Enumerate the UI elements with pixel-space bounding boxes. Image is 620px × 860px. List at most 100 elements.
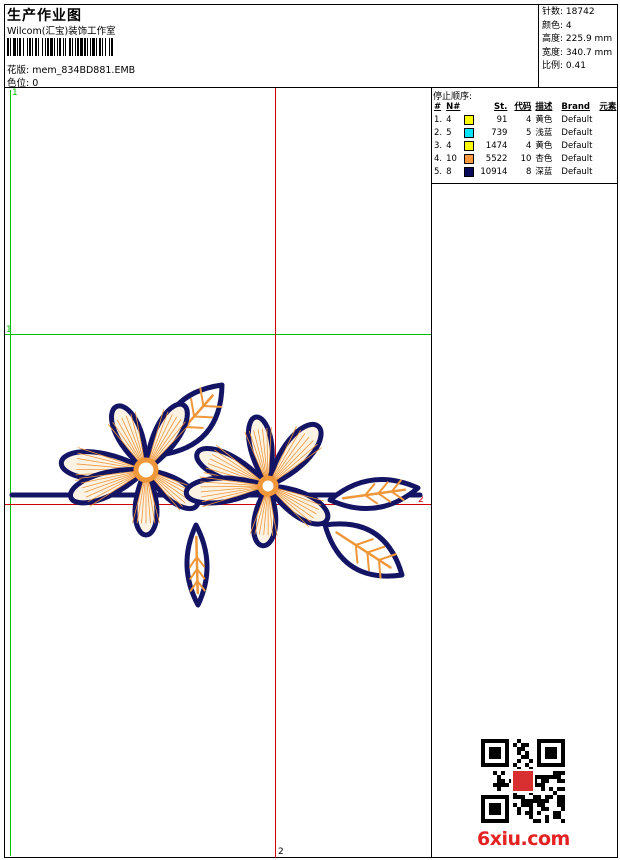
qr-module bbox=[557, 795, 561, 799]
qr-module bbox=[541, 783, 545, 787]
qr-module bbox=[541, 787, 545, 791]
qr-module bbox=[553, 771, 557, 775]
qr-logo bbox=[513, 771, 533, 791]
qr-module bbox=[557, 811, 561, 815]
qr-module bbox=[545, 799, 549, 803]
qr-module bbox=[529, 807, 533, 811]
qr-module bbox=[537, 783, 541, 787]
qr-module bbox=[513, 803, 517, 807]
qr-module bbox=[497, 783, 501, 787]
qr-module bbox=[513, 795, 517, 799]
qr-module bbox=[533, 795, 537, 799]
qr-module bbox=[541, 807, 545, 811]
qr-module bbox=[561, 795, 565, 799]
qr-finder bbox=[489, 803, 501, 815]
qr-module bbox=[501, 779, 505, 783]
qr-module bbox=[493, 771, 497, 775]
qr-module bbox=[545, 819, 549, 823]
qr-module bbox=[537, 799, 541, 803]
qr-module bbox=[557, 775, 561, 779]
qr-module bbox=[517, 811, 521, 815]
qr-module bbox=[525, 751, 529, 755]
qr-module bbox=[553, 775, 557, 779]
qr-module bbox=[529, 803, 533, 807]
qr-module bbox=[541, 775, 545, 779]
qr-finder bbox=[545, 747, 557, 759]
qr-module bbox=[525, 755, 529, 759]
qr-module bbox=[557, 799, 561, 803]
qr-module bbox=[561, 803, 565, 807]
qr-module bbox=[517, 739, 521, 743]
qr-module bbox=[541, 779, 545, 783]
qr-finder bbox=[489, 747, 501, 759]
qr-module bbox=[521, 795, 525, 799]
qr-module bbox=[493, 783, 497, 787]
qr-module bbox=[501, 783, 505, 787]
leaf-vein bbox=[195, 535, 199, 595]
qr-module bbox=[529, 811, 533, 815]
qr-module bbox=[561, 779, 565, 783]
qr-module bbox=[521, 803, 525, 807]
qr-module bbox=[549, 775, 553, 779]
embroidery-design bbox=[9, 382, 423, 608]
qr-module bbox=[537, 795, 541, 799]
qr-module bbox=[537, 819, 541, 823]
qr-module bbox=[529, 759, 533, 763]
qr-module bbox=[537, 803, 541, 807]
qr-module bbox=[525, 743, 529, 747]
qr-module bbox=[521, 747, 525, 751]
qr-module bbox=[537, 811, 541, 815]
qr-module bbox=[529, 815, 533, 819]
qr-module bbox=[497, 775, 501, 779]
qr-module bbox=[561, 819, 565, 823]
qr-module bbox=[521, 799, 525, 803]
qr-module bbox=[561, 771, 565, 775]
qr-module bbox=[521, 743, 525, 747]
qr-module bbox=[541, 799, 545, 803]
qr-code bbox=[481, 739, 565, 823]
qr-module bbox=[525, 799, 529, 803]
qr-module bbox=[525, 811, 529, 815]
qr-module bbox=[557, 815, 561, 819]
qr-module bbox=[517, 807, 521, 811]
qr-module bbox=[545, 779, 549, 783]
qr-module bbox=[545, 807, 549, 811]
qr-module bbox=[553, 791, 557, 795]
qr-module bbox=[517, 751, 521, 755]
qr-module bbox=[549, 787, 553, 791]
qr-module bbox=[561, 787, 565, 791]
qr-module bbox=[557, 787, 561, 791]
qr-module bbox=[525, 803, 529, 807]
qr-module bbox=[521, 755, 525, 759]
qr-module bbox=[497, 779, 501, 783]
qr-module bbox=[513, 763, 517, 767]
left-flower-center bbox=[133, 457, 159, 483]
qr-module bbox=[545, 795, 549, 799]
qr-module bbox=[545, 775, 549, 779]
qr-module bbox=[549, 795, 553, 799]
qr-module bbox=[553, 815, 557, 819]
qr-module bbox=[553, 811, 557, 815]
qr-module bbox=[517, 795, 521, 799]
qr-module bbox=[537, 775, 541, 779]
qr-module bbox=[545, 815, 549, 819]
qr-module bbox=[501, 771, 505, 775]
qr-module bbox=[533, 799, 537, 803]
qr-module bbox=[561, 807, 565, 811]
qr-module bbox=[541, 803, 545, 807]
qr-module bbox=[561, 799, 565, 803]
qr-module bbox=[497, 787, 501, 791]
leaf-vein bbox=[202, 405, 223, 408]
flower-spray bbox=[9, 382, 423, 608]
right-flower-center bbox=[257, 475, 279, 497]
qr-module bbox=[505, 783, 509, 787]
qr-module bbox=[517, 747, 521, 751]
qr-module bbox=[557, 771, 561, 775]
leaf-vein bbox=[193, 415, 214, 419]
qr-module bbox=[557, 779, 561, 783]
qr-module bbox=[533, 819, 537, 823]
qr-module bbox=[513, 743, 517, 747]
qr-module bbox=[557, 803, 561, 807]
watermark-logo: 6xiu.com bbox=[477, 828, 570, 850]
qr-module bbox=[529, 799, 533, 803]
